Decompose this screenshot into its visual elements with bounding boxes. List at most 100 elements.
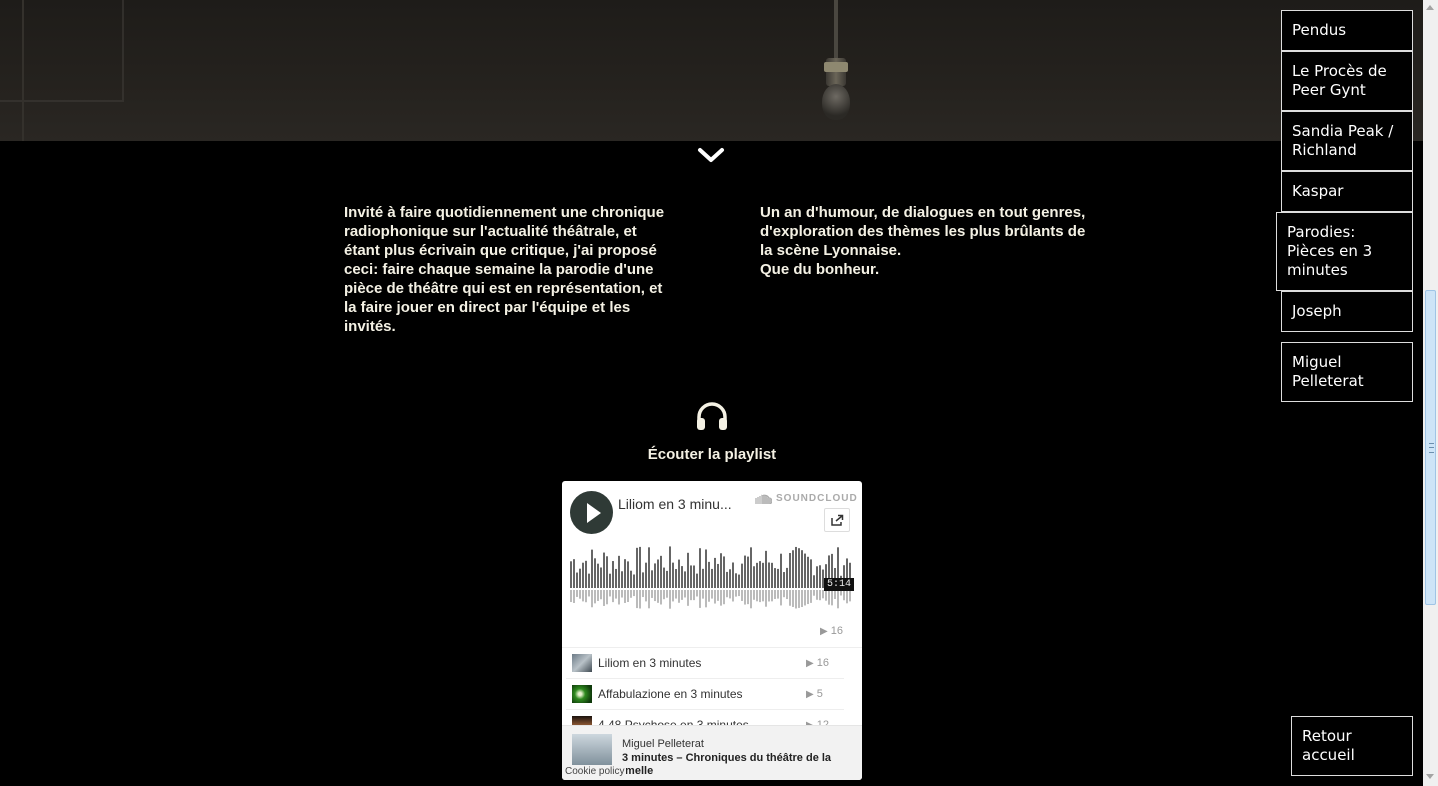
waveform-reflection-bar [744,590,746,605]
waveform-bar [651,570,653,588]
waveform-reflection-bar [603,590,605,606]
waveform-reflection-bar [693,590,695,601]
waveform-bar [597,563,599,588]
scrollbar-thumb[interactable] [1425,290,1436,605]
waveform-reflection-bar [792,590,794,607]
waveform-reflection-bar [759,590,761,603]
waveform-bar [759,561,761,588]
scroll-up-arrow-icon[interactable] [1426,5,1434,10]
playlist-title[interactable]: 3 minutes – Chroniques du théâtre de la … [622,752,854,778]
waveform-bar [573,559,575,588]
waveform-bar [669,546,671,588]
playlist-author[interactable]: Miguel Pelleterat [622,738,704,750]
waveform-reflection-bar [576,590,578,597]
waveform-reflection-bar [780,590,782,606]
waveform-reflection-bar [675,590,677,599]
nav-item-proces-peer-gynt[interactable]: Le Procès de Peer Gynt [1281,51,1413,111]
nav-item-kaspar[interactable]: Kaspar [1281,171,1413,212]
waveform-reflection-bar [786,590,788,600]
waveform-reflection-bar [729,590,731,599]
waveform-reflection-bar [711,590,713,599]
waveform-reflection-bar [747,590,749,605]
waveform-bar [609,573,611,588]
waveform-reflection-bar [807,590,809,605]
track-item[interactable]: Affabulazione en 3 minutes ▶ 5 [566,679,844,710]
share-icon [831,514,844,526]
track-artwork [572,654,592,672]
track-artwork [572,685,592,703]
playlist-label: Écouter la playlist [647,446,777,463]
track-item[interactable]: Liliom en 3 minutes ▶ 16 [566,648,844,679]
waveform-reflection-bar [708,590,710,602]
waveform-reflection-bar [804,590,806,606]
waveform-bar [750,547,752,588]
waveform-reflection-bar [651,590,653,598]
waveform-reflection-bar [837,590,839,609]
waveform-reflection-bar [750,590,752,609]
nav-item-pendus[interactable]: Pendus [1281,10,1413,51]
waveform-bar [663,567,665,588]
nav-item-parodies[interactable]: Parodies: Pièces en 3 minutes [1276,212,1413,291]
track-name[interactable]: Affabulazione en 3 minutes [598,687,743,701]
intro-left-column: Invité à faire quotidiennement une chron… [344,203,674,336]
track-plays-value: 5 [816,688,823,700]
playlist-artwork [572,734,612,766]
waveform-bar [618,555,620,588]
waveform-bar [606,556,608,588]
waveform-reflection-bar [825,590,827,601]
waveform-reflection-bar [672,590,674,602]
back-home-button[interactable]: Retour accueil [1291,716,1413,776]
waveform-reflection-bar [834,590,836,600]
nav-item-sandia-peak[interactable]: Sandia Peak / Richland [1281,111,1413,171]
waveform-reflection-bar [618,590,620,605]
soundcloud-logo[interactable]: SOUNDCLOUD [752,493,858,504]
waveform-reflection-bar [774,590,776,599]
waveform-bar [729,569,731,588]
page-scrollbar[interactable] [1423,0,1438,786]
share-button[interactable] [824,508,850,532]
waveform-bar [630,570,632,588]
waveform-reflection-bar [627,590,629,602]
waveform-reflection-bar [633,590,635,597]
waveform-bar [585,560,587,588]
waveform-bar [786,567,788,588]
waveform-bar [576,572,578,588]
waveform-reflection-bar [741,590,743,601]
waveform-reflection-bar [636,590,638,609]
track-name[interactable]: Liliom en 3 minutes [598,656,701,670]
cookie-policy-link[interactable]: Cookie policy [563,765,627,778]
waveform-reflection-bar [732,590,734,602]
waveform-bar [711,568,713,588]
nav-item-joseph[interactable]: Joseph [1281,291,1413,332]
waveform-bar [708,561,710,588]
scroll-down-arrow-icon[interactable] [1426,774,1434,779]
current-track-title[interactable]: Liliom en 3 minu... [618,496,748,512]
soundcloud-player[interactable]: Liliom en 3 minu... SOUNDCLOUD 5:14 ▶ 16… [562,481,862,780]
chevron-down-icon[interactable] [697,145,725,165]
track-item[interactable]: 4.48 Psychose en 3 minutes ▶ 12 [566,710,844,726]
waveform-reflection-bar [654,590,656,602]
waveform-reflection-bar [828,590,830,605]
waveform-bar [615,568,617,588]
waveform-bar [774,568,776,588]
waveform-reflection-bar [789,590,791,606]
waveform-bar [798,548,800,588]
waveform-bar [756,562,758,588]
waveform-bar [684,571,686,588]
waveform-reflection-bar [690,590,692,601]
waveform-bar [690,565,692,588]
waveform-reflection-bar [630,590,632,598]
track-list[interactable]: Liliom en 3 minutes ▶ 16 Affabulazione e… [562,647,862,726]
waveform-reflection-bar [597,590,599,601]
waveform-bar [780,553,782,588]
waveform-bar [744,555,746,588]
waveform-bar [726,571,728,588]
nav-item-miguel-pelleterat[interactable]: Miguel Pelleterat [1281,342,1413,402]
waveform-bar [666,570,668,588]
play-button[interactable] [570,491,613,534]
waveform-reflection-bar [615,590,617,599]
waveform-bar [678,559,680,588]
waveform-bar [672,562,674,588]
waveform[interactable] [570,541,852,615]
waveform-reflection-bar [819,590,821,601]
